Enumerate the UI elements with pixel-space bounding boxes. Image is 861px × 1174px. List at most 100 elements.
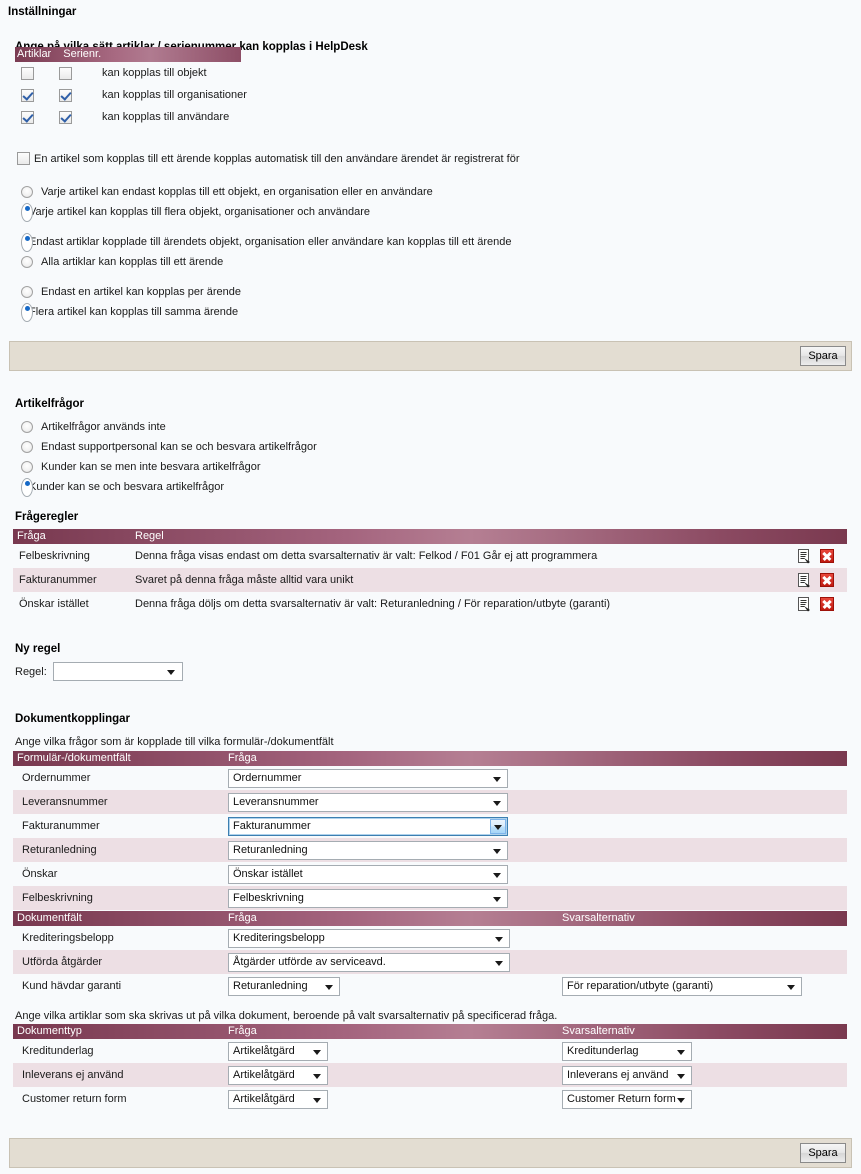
edit-document-icon[interactable] bbox=[798, 573, 811, 588]
table-row: Kund hävdar garanti Returanledning För r… bbox=[13, 974, 847, 998]
rule-text: Svaret på denna fråga måste alltid vara … bbox=[135, 574, 354, 586]
table-row: Kreditunderlag Artikelåtgärd Kreditunder… bbox=[13, 1039, 847, 1063]
question-select[interactable]: Artikelåtgärd bbox=[228, 1066, 328, 1085]
chevron-down-icon bbox=[493, 849, 501, 854]
question-select[interactable]: Returanledning bbox=[228, 841, 508, 860]
edit-document-icon[interactable] bbox=[798, 549, 811, 564]
radio-option-availability-related[interactable]: Endast artiklar kopplade till ärendets o… bbox=[21, 232, 511, 252]
rule-text: Denna fråga visas endast om detta svarsa… bbox=[135, 550, 598, 562]
question-select[interactable]: Felbeskrivning bbox=[228, 889, 508, 908]
field-label: Kund hävdar garanti bbox=[22, 980, 122, 992]
table-row: Customer return form Artikelåtgärd Custo… bbox=[13, 1087, 847, 1111]
field-label: Felbeskrivning bbox=[22, 892, 93, 904]
radio-icon bbox=[21, 286, 33, 298]
edit-document-icon[interactable] bbox=[798, 597, 811, 612]
checkbox-serial-organisationer[interactable] bbox=[59, 88, 72, 102]
radio-option-count-single[interactable]: Endast en artikel kan kopplas per ärende bbox=[21, 282, 241, 302]
chevron-down-icon bbox=[677, 1050, 685, 1055]
radio-option-aq-support-only[interactable]: Endast supportpersonal kan se och besvar… bbox=[21, 437, 317, 457]
radio-icon bbox=[21, 477, 33, 497]
radio-label: Kunder kan se och besvara artikelfrågor bbox=[29, 481, 225, 493]
radio-label: Varje artikel kan kopplas till flera obj… bbox=[29, 206, 370, 218]
type-label: Customer return form bbox=[22, 1093, 127, 1105]
chevron-down-icon bbox=[493, 777, 501, 782]
document-types-table: Dokumenttyp Fråga Svarsalternativ Kredit… bbox=[13, 1024, 847, 1111]
linking-matrix: Artiklar Serienr. kan kopplas till objekt… bbox=[15, 40, 715, 128]
column-header-field: Formulär-/dokumentfält bbox=[17, 752, 131, 764]
chevron-down-icon bbox=[313, 1098, 321, 1103]
delete-icon[interactable] bbox=[820, 549, 834, 563]
save-button-top[interactable]: Spara bbox=[800, 346, 846, 366]
answer-select[interactable]: För reparation/utbyte (garanti) bbox=[562, 977, 802, 996]
radio-icon bbox=[21, 186, 33, 198]
linking-row: kan kopplas till användare bbox=[15, 106, 715, 128]
question-select[interactable]: Leveransnummer bbox=[228, 793, 508, 812]
document-links-table-header: Formulär-/dokumentfält Fråga bbox=[13, 751, 847, 766]
new-rule-heading: Ny regel bbox=[15, 643, 61, 655]
question-select-value: Returanledning bbox=[233, 844, 308, 856]
radio-option-count-multiple[interactable]: Flera artikel kan kopplas till samma äre… bbox=[21, 302, 241, 322]
chevron-down-icon[interactable] bbox=[490, 819, 506, 834]
table-row: Returanledning Returanledning bbox=[13, 838, 847, 862]
linking-row: kan kopplas till organisationer bbox=[15, 84, 715, 106]
document-links-heading: Dokumentkopplingar bbox=[15, 713, 131, 725]
question-select[interactable]: Krediteringsbelopp bbox=[228, 929, 510, 948]
question-select[interactable]: Önskar istället bbox=[228, 865, 508, 884]
delete-icon[interactable] bbox=[820, 597, 834, 611]
checkbox-articles-organisationer[interactable] bbox=[21, 88, 34, 102]
field-label: Ordernummer bbox=[22, 772, 91, 784]
chevron-down-icon bbox=[495, 961, 503, 966]
question-select-focused[interactable]: Fakturanummer bbox=[228, 817, 508, 836]
question-select[interactable]: Ordernummer bbox=[228, 769, 508, 788]
save-button-bottom[interactable]: Spara bbox=[800, 1143, 846, 1163]
radio-option-scope-single[interactable]: Varje artikel kan endast kopplas till et… bbox=[21, 182, 433, 202]
answer-select-value: Inleverans ej använd bbox=[567, 1069, 669, 1081]
checkbox-serial-objekt[interactable] bbox=[59, 66, 72, 80]
new-rule-row: Regel: bbox=[15, 662, 183, 681]
question-select[interactable]: Returanledning bbox=[228, 977, 340, 996]
question-rules-table-header: Fråga Regel bbox=[13, 529, 847, 544]
field-label: Önskar bbox=[22, 868, 58, 880]
table-row: Fakturanummer Svaret på denna fråga måst… bbox=[13, 568, 847, 592]
radio-option-availability-all[interactable]: Alla artiklar kan kopplas till ett ärend… bbox=[21, 252, 511, 272]
column-header-articles: Artiklar bbox=[17, 48, 52, 60]
chevron-down-icon bbox=[493, 801, 501, 806]
new-rule-label: Regel: bbox=[15, 665, 47, 678]
table-row: Krediteringsbelopp Krediteringsbelopp bbox=[13, 926, 847, 950]
question-select[interactable]: Artikelåtgärd bbox=[228, 1090, 328, 1109]
radio-label: Flera artikel kan kopplas till samma äre… bbox=[29, 306, 239, 318]
radio-option-aq-customers-view[interactable]: Kunder kan se men inte besvara artikelfr… bbox=[21, 457, 317, 477]
radio-option-aq-unused[interactable]: Artikelfrågor används inte bbox=[21, 417, 317, 437]
new-rule-select[interactable] bbox=[52, 662, 183, 681]
radio-option-scope-multiple[interactable]: Varje artikel kan kopplas till flera obj… bbox=[21, 202, 433, 222]
radio-label: Varje artikel kan endast kopplas till et… bbox=[41, 186, 433, 198]
table-row: Inleverans ej använd Artikelåtgärd Inlev… bbox=[13, 1063, 847, 1087]
table-row: Ordernummer Ordernummer bbox=[13, 766, 847, 790]
radio-option-aq-customers-answer[interactable]: Kunder kan se och besvara artikelfrågor bbox=[21, 477, 317, 497]
column-header-question: Fråga bbox=[228, 1025, 257, 1037]
answer-select[interactable]: Inleverans ej använd bbox=[562, 1066, 692, 1085]
question-rules-heading: Frågeregler bbox=[15, 511, 79, 523]
checkbox-serial-anvandare[interactable] bbox=[59, 110, 72, 124]
checkbox-articles-anvandare[interactable] bbox=[21, 110, 34, 124]
linking-row-label: kan kopplas till organisationer bbox=[102, 89, 247, 101]
auto-link-checkbox-label: En artikel som kopplas till ett ärende k… bbox=[34, 152, 520, 165]
answer-select[interactable]: Customer Return form bbox=[562, 1090, 692, 1109]
table-row: Önskar istället Denna fråga döljs om det… bbox=[13, 592, 847, 616]
delete-icon[interactable] bbox=[820, 573, 834, 587]
chevron-down-icon bbox=[677, 1098, 685, 1103]
column-header-serial: Serienr. bbox=[63, 48, 102, 60]
document-links-table: Formulär-/dokumentfält Fråga Ordernummer… bbox=[13, 751, 847, 910]
question-select-value: Leveransnummer bbox=[233, 796, 319, 808]
auto-link-checkbox-row: En artikel som kopplas till ett ärende k… bbox=[17, 152, 519, 165]
radio-label: Endast supportpersonal kan se och besvar… bbox=[41, 441, 317, 453]
checkbox-auto-link-user[interactable] bbox=[17, 152, 30, 165]
field-label: Leveransnummer bbox=[22, 796, 108, 808]
document-types-table-header: Dokumenttyp Fråga Svarsalternativ bbox=[13, 1024, 847, 1039]
answer-select[interactable]: Kreditunderlag bbox=[562, 1042, 692, 1061]
checkbox-articles-objekt[interactable] bbox=[21, 66, 34, 80]
question-select[interactable]: Åtgärder utförde av serviceavd. bbox=[228, 953, 510, 972]
radio-icon bbox=[21, 302, 33, 322]
question-select[interactable]: Artikelåtgärd bbox=[228, 1042, 328, 1061]
column-header-question: Fråga bbox=[228, 752, 257, 764]
